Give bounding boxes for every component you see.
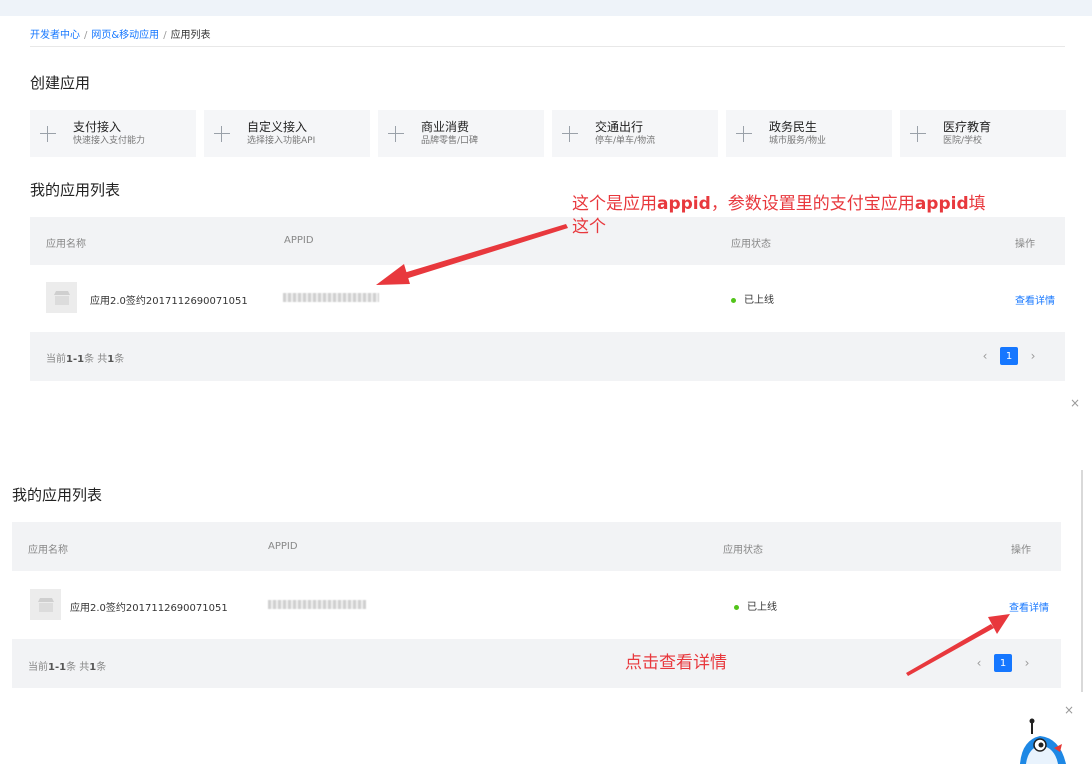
col-app-name: 应用名称: [46, 239, 86, 250]
breadcrumb-web-mobile-apps[interactable]: 网页&移动应用: [91, 30, 159, 41]
breadcrumb-current: 应用列表: [170, 30, 211, 41]
table-footer: 当前1-1条 共1条 ‹ 1 ›: [12, 639, 1061, 688]
breadcrumb-divider: [30, 46, 1065, 47]
status-dot-icon: [731, 297, 736, 303]
appid-value-redacted: [268, 600, 366, 609]
col-status: 应用状态: [723, 545, 763, 556]
appid-value-redacted: [283, 293, 379, 302]
plus-icon: [736, 125, 752, 142]
card-title: 交通出行: [595, 119, 644, 134]
col-appid: APPID: [284, 235, 314, 246]
card-title: 支付接入: [73, 119, 122, 134]
card-subtitle: 医院/学校: [943, 135, 983, 146]
plus-icon: [214, 125, 230, 142]
mascot-illustration: [1020, 718, 1066, 764]
card-title: 医疗教育: [943, 119, 992, 134]
card-subtitle: 品牌零售/口碑: [421, 135, 479, 146]
plus-icon: [388, 125, 404, 142]
table-row: 应用2.0签约2017112690071051 已上线 查看详情: [12, 571, 1061, 638]
table-footer: 当前1-1条 共1条 ‹ 1 ›: [30, 332, 1065, 381]
table-row: 应用2.0签约2017112690071051 已上线 查看详情: [30, 265, 1065, 331]
col-action: 操作: [1015, 239, 1035, 250]
close-icon[interactable]: ×: [1069, 397, 1081, 409]
breadcrumb-developer-center[interactable]: 开发者中心: [30, 30, 80, 41]
appid-annotation-line2: 这个: [572, 217, 606, 237]
appid-annotation: 这个是应用appid，参数设置里的支付宝应用appid填: [572, 194, 986, 214]
card-subtitle: 城市服务/物业: [769, 135, 827, 146]
prev-page-icon[interactable]: ‹: [972, 656, 986, 670]
app-list-panel-bottom: 应用名称 APPID 应用状态 操作 应用2.0签约20171126900710…: [12, 522, 1061, 688]
page-1-button[interactable]: 1: [994, 654, 1012, 672]
card-title: 自定义接入: [247, 119, 308, 134]
create-card-payment[interactable]: 支付接入 快速接入支付能力: [30, 110, 196, 157]
col-appid: APPID: [268, 541, 298, 552]
view-details-link[interactable]: 查看详情: [1015, 292, 1055, 307]
create-card-commerce[interactable]: 商业消费 品牌零售/口碑: [378, 110, 544, 157]
store-icon: [53, 290, 70, 305]
view-details-link[interactable]: 查看详情: [1009, 599, 1049, 614]
next-page-icon[interactable]: ›: [1026, 349, 1040, 363]
plus-icon: [40, 125, 56, 142]
prev-page-icon[interactable]: ‹: [978, 349, 992, 363]
details-annotation: 点击查看详情: [625, 653, 727, 673]
table-header: 应用名称 APPID 应用状态 操作: [12, 522, 1061, 571]
app-name: 应用2.0签约2017112690071051: [70, 603, 228, 614]
plus-icon: [910, 125, 926, 142]
status-text: 已上线: [744, 295, 774, 306]
breadcrumb-separator: /: [84, 30, 88, 41]
status-badge: 已上线: [731, 291, 774, 306]
close-icon[interactable]: ×: [1063, 704, 1075, 716]
store-icon: [37, 597, 54, 612]
card-subtitle: 停车/单车/物流: [595, 135, 656, 146]
record-count: 当前1-1条 共1条: [28, 662, 107, 673]
top-header-strip: [0, 0, 1092, 16]
pagination: ‹ 1 ›: [978, 347, 1040, 365]
col-action: 操作: [1011, 545, 1031, 556]
breadcrumb: 开发者中心 / 网页&移动应用 / 应用列表: [30, 26, 211, 41]
app-icon: [46, 282, 77, 313]
card-title: 政务民生: [769, 119, 818, 134]
status-text: 已上线: [747, 602, 777, 613]
pagination: ‹ 1 ›: [972, 654, 1034, 672]
status-badge: 已上线: [734, 598, 777, 613]
app-name: 应用2.0签约2017112690071051: [90, 296, 248, 307]
create-card-medical[interactable]: 医疗教育 医院/学校: [900, 110, 1066, 157]
my-apps-title: 我的应用列表: [30, 181, 121, 199]
create-app-title: 创建应用: [30, 74, 91, 92]
col-status: 应用状态: [731, 239, 771, 250]
app-icon: [30, 589, 61, 620]
my-apps-title-second: 我的应用列表: [12, 486, 103, 504]
plus-icon: [562, 125, 578, 142]
card-subtitle: 快速接入支付能力: [73, 135, 146, 146]
app-list-panel-top: 应用名称 APPID 应用状态 操作 应用2.0签约20171126900710…: [30, 217, 1065, 381]
page-1-button[interactable]: 1: [1000, 347, 1018, 365]
status-dot-icon: [734, 604, 739, 610]
create-card-custom[interactable]: 自定义接入 选择接入功能API: [204, 110, 370, 157]
record-count: 当前1-1条 共1条: [46, 354, 125, 365]
create-card-transport[interactable]: 交通出行 停车/单车/物流: [552, 110, 718, 157]
create-app-cards: 支付接入 快速接入支付能力 自定义接入 选择接入功能API 商业消费 品牌零售/口碑 …: [30, 110, 1066, 157]
card-subtitle: 选择接入功能API: [247, 135, 316, 146]
scrollbar[interactable]: [1081, 470, 1083, 692]
card-title: 商业消费: [421, 119, 470, 134]
create-card-government[interactable]: 政务民生 城市服务/物业: [726, 110, 892, 157]
next-page-icon[interactable]: ›: [1020, 656, 1034, 670]
table-header: 应用名称 APPID 应用状态 操作: [30, 217, 1065, 265]
breadcrumb-separator: /: [163, 30, 167, 41]
col-app-name: 应用名称: [28, 545, 68, 556]
